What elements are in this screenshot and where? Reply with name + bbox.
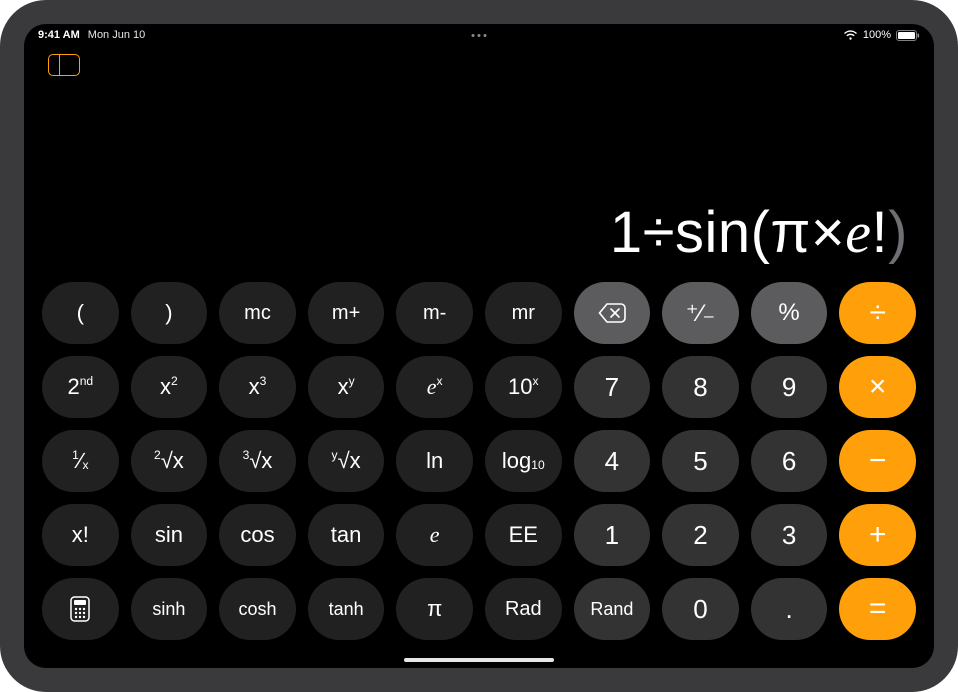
log10-button[interactable]: log10 [485,430,562,492]
status-time: 9:41 AM [38,29,80,41]
left-paren-button[interactable]: ( [42,282,119,344]
x-power-y-button[interactable]: xy [308,356,385,418]
digit-2-button[interactable]: 2 [662,504,739,566]
memory-recall-button[interactable]: mr [485,282,562,344]
device-frame: 9:41 AM Mon Jun 10 100% 1÷sin(π×e!) [0,0,958,692]
rad-button[interactable]: Rad [485,578,562,640]
digit-4-button[interactable]: 4 [574,430,651,492]
e-power-x-button[interactable]: ex [396,356,473,418]
subtract-button[interactable]: − [839,430,916,492]
digit-3-button[interactable]: 3 [751,504,828,566]
second-function-button[interactable]: 2nd [42,356,119,418]
sin-button[interactable]: sin [131,504,208,566]
expression-display: 1÷sin(π×e!) [610,199,908,266]
memory-subtract-button[interactable]: m- [396,282,473,344]
digit-1-button[interactable]: 1 [574,504,651,566]
square-root-button[interactable]: 2√x [131,430,208,492]
sinh-button[interactable]: sinh [131,578,208,640]
ee-button[interactable]: EE [485,504,562,566]
x-cubed-button[interactable]: x3 [219,356,296,418]
mode-toggle-button[interactable] [42,578,119,640]
status-date: Mon Jun 10 [88,29,145,41]
memory-add-button[interactable]: m+ [308,282,385,344]
tanh-button[interactable]: tanh [308,578,385,640]
rand-button[interactable]: Rand [574,578,651,640]
battery-icon [896,30,920,41]
pi-button[interactable]: π [396,578,473,640]
y-root-button[interactable]: y√x [308,430,385,492]
e-constant-button[interactable]: e [396,504,473,566]
wifi-icon [843,30,858,41]
keypad: ( ) mc m+ m- mr ⁺∕₋ % ÷ 2nd x2 x3 xy ex … [24,276,934,668]
calculator-mode-icon [70,596,90,622]
display-area[interactable]: 1÷sin(π×e!) [24,44,934,276]
cube-root-button[interactable]: 3√x [219,430,296,492]
status-bar: 9:41 AM Mon Jun 10 100% [24,24,934,44]
multitask-dots[interactable] [472,34,487,37]
ln-button[interactable]: ln [396,430,473,492]
home-indicator[interactable] [404,658,554,662]
reciprocal-button[interactable]: 1∕x [42,430,119,492]
backspace-button[interactable] [574,282,651,344]
plus-minus-button[interactable]: ⁺∕₋ [662,282,739,344]
tan-button[interactable]: tan [308,504,385,566]
digit-8-button[interactable]: 8 [662,356,739,418]
layout-toggle-button[interactable] [48,54,80,76]
equals-button[interactable]: = [839,578,916,640]
digit-5-button[interactable]: 5 [662,430,739,492]
digit-6-button[interactable]: 6 [751,430,828,492]
ten-power-x-button[interactable]: 10x [485,356,562,418]
decimal-button[interactable]: . [751,578,828,640]
divide-button[interactable]: ÷ [839,282,916,344]
cos-button[interactable]: cos [219,504,296,566]
percent-button[interactable]: % [751,282,828,344]
cosh-button[interactable]: cosh [219,578,296,640]
x-squared-button[interactable]: x2 [131,356,208,418]
backspace-icon [598,303,626,323]
add-button[interactable]: + [839,504,916,566]
screen: 9:41 AM Mon Jun 10 100% 1÷sin(π×e!) [24,24,934,668]
digit-0-button[interactable]: 0 [662,578,739,640]
digit-9-button[interactable]: 9 [751,356,828,418]
multiply-button[interactable]: × [839,356,916,418]
right-paren-button[interactable]: ) [131,282,208,344]
digit-7-button[interactable]: 7 [574,356,651,418]
memory-clear-button[interactable]: mc [219,282,296,344]
factorial-button[interactable]: x! [42,504,119,566]
battery-percent: 100% [863,29,891,41]
